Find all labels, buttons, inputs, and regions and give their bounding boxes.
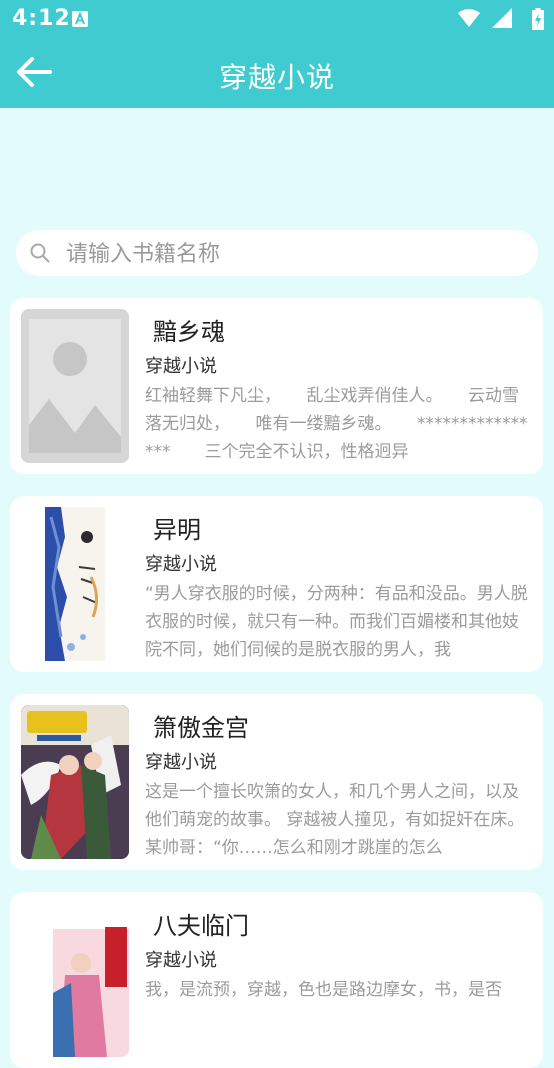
book-title: 黯乡魂 <box>153 318 225 346</box>
book-cover <box>21 903 129 1057</box>
book-cover-art <box>21 507 129 661</box>
book-description: 我，是流预，穿越，色也是路边摩女，书，是否 <box>145 980 502 1000</box>
image-placeholder-icon <box>21 309 129 463</box>
search-icon <box>30 243 50 263</box>
wifi-icon <box>458 9 480 27</box>
notification-app-icon <box>72 11 88 27</box>
status-time: 4:12 <box>12 6 71 31</box>
signal-icon <box>492 8 512 28</box>
battery-charging-icon <box>532 8 544 30</box>
status-bar: 4:12 <box>0 0 554 36</box>
book-card[interactable]: 黯乡魂 穿越小说 红袖轻舞下凡尘， 乱尘戏弄俏佳人。 云动雪落无归处， 唯有一缕… <box>10 298 543 474</box>
book-cover <box>21 507 129 661</box>
book-description: 红袖轻舞下凡尘， 乱尘戏弄俏佳人。 云动雪落无归处， 唯有一缕黯乡魂。 ****… <box>145 386 528 462</box>
book-cover <box>21 705 129 859</box>
search-input[interactable] <box>64 234 528 274</box>
page-title: 穿越小说 <box>218 61 335 94</box>
book-description: “男人穿衣服的时候，分两种：有品和没品。男人脱衣服的时候，就只有一种。而我们百媚… <box>145 584 528 660</box>
book-category: 穿越小说 <box>145 356 217 377</box>
search-bar[interactable] <box>16 230 538 276</box>
app-bar: 穿越小说 <box>0 36 554 108</box>
book-card[interactable]: 异明 穿越小说 “男人穿衣服的时候，分两种：有品和没品。男人脱衣服的时候，就只有… <box>10 496 543 672</box>
book-title: 异明 <box>153 516 201 544</box>
book-card[interactable]: 箫傲金宫 穿越小说 这是一个擅长吹箫的女人，和几个男人之间，以及他们萌宠的故事。… <box>10 694 543 870</box>
book-cover-placeholder <box>21 309 129 463</box>
book-card[interactable]: 八夫临门 穿越小说 我，是流预，穿越，色也是路边摩女，书，是否 <box>10 892 543 1068</box>
book-title: 箫傲金宫 <box>153 714 249 742</box>
book-cover-art <box>21 705 129 859</box>
book-cover-art <box>21 903 129 1057</box>
book-title: 八夫临门 <box>153 912 249 940</box>
book-category: 穿越小说 <box>145 752 217 773</box>
book-description: 这是一个擅长吹箫的女人，和几个男人之间，以及他们萌宠的故事。 穿越被人撞见，有如… <box>145 782 525 858</box>
book-category: 穿越小说 <box>145 554 217 575</box>
book-category: 穿越小说 <box>145 950 217 971</box>
